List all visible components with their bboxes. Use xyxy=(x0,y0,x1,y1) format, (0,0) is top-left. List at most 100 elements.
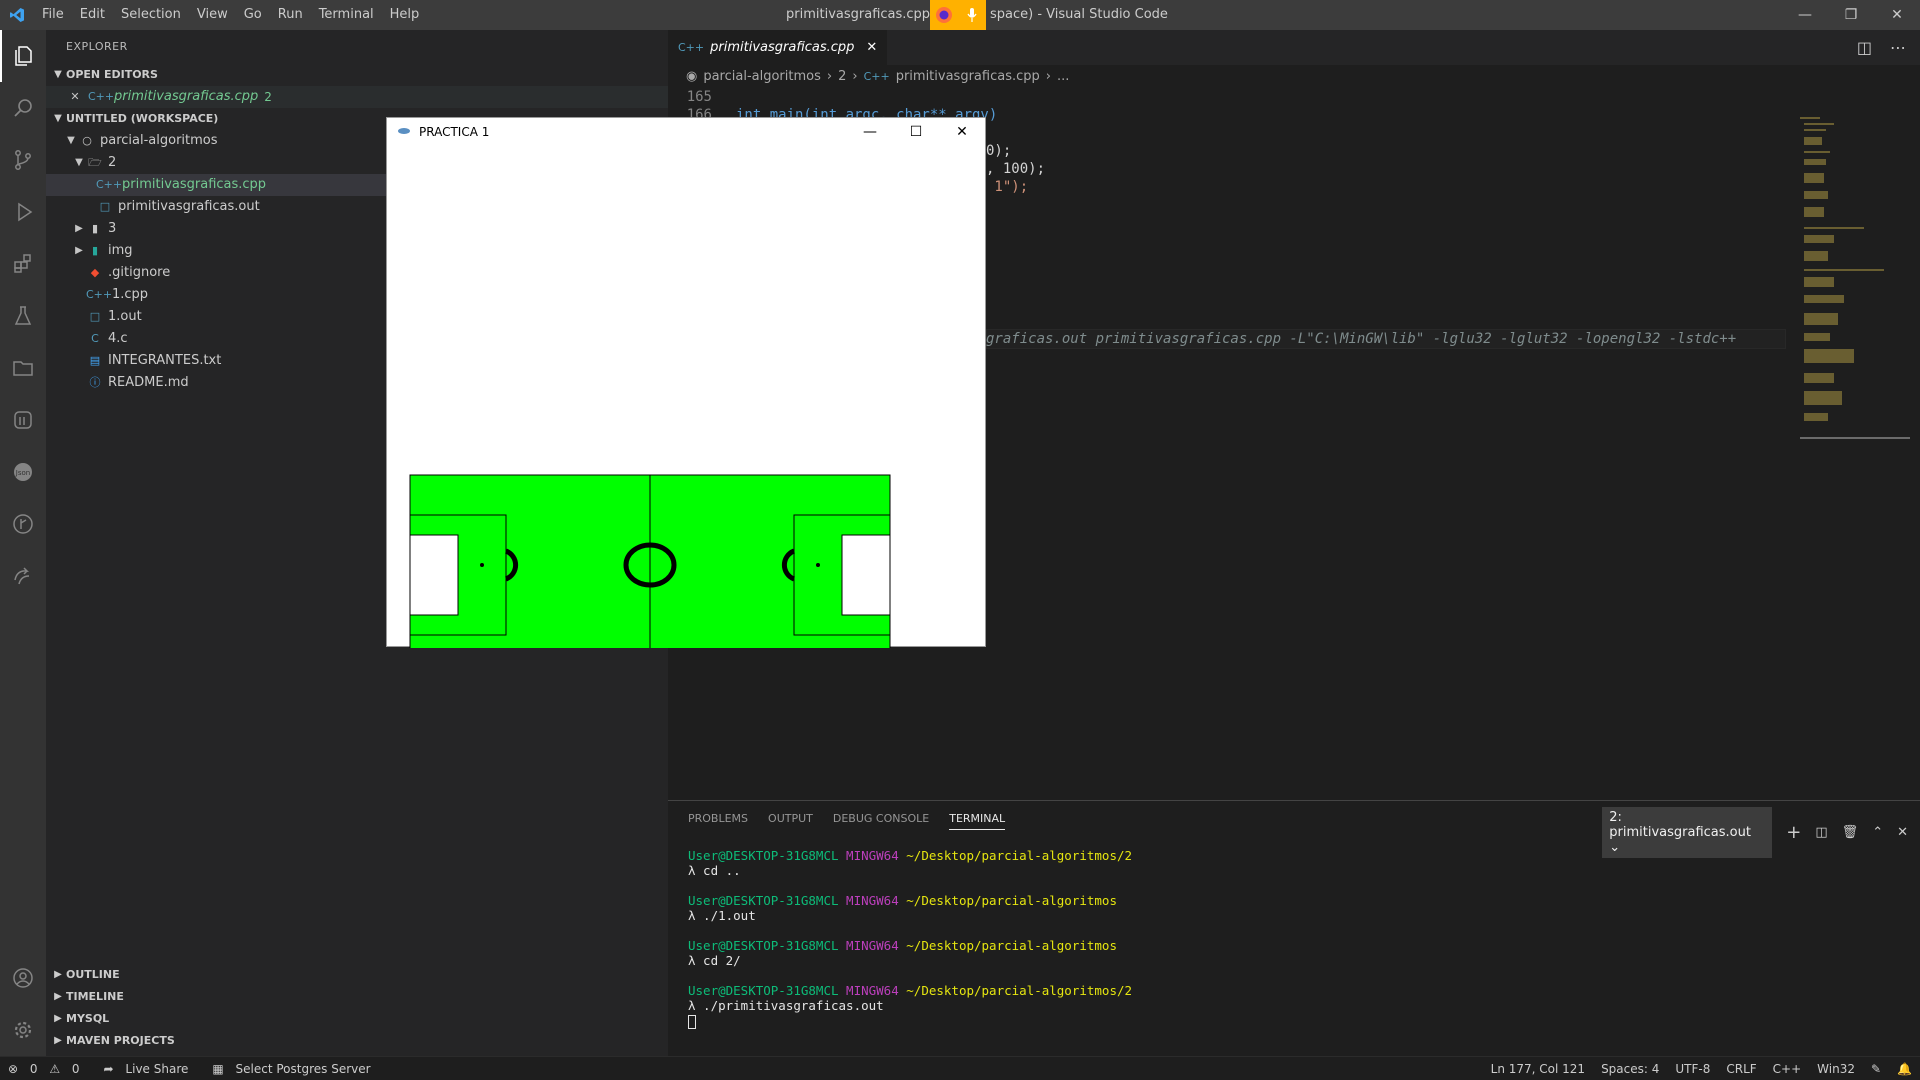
close-icon[interactable]: ✕ xyxy=(66,86,84,108)
maven-section[interactable]: ▶ MAVEN PROJECTS xyxy=(46,1030,668,1052)
testing-icon[interactable] xyxy=(0,290,46,342)
run-debug-icon[interactable] xyxy=(0,186,46,238)
live-share-icon[interactable] xyxy=(0,550,46,602)
language-mode[interactable]: C++ xyxy=(1765,1062,1810,1076)
chevron-down-icon: ▼ xyxy=(54,113,62,124)
trash-icon[interactable]: 🗑 xyxy=(1842,825,1859,840)
tab-debug-console[interactable]: DEBUG CONSOLE xyxy=(833,812,929,825)
window-controls: — ❐ ✕ xyxy=(1782,0,1920,30)
restore-icon[interactable]: ❐ xyxy=(1828,0,1874,30)
breadcrumb-item[interactable]: 2 xyxy=(838,69,846,84)
terminal-output[interactable]: User@DESKTOP-31G8MCL MINGW64 ~/Desktop/p… xyxy=(668,836,1920,1041)
search-icon[interactable] xyxy=(0,82,46,134)
repo-icon: ◉ xyxy=(686,68,698,84)
menu-view[interactable]: View xyxy=(189,0,236,30)
folder-open-icon: 🗁 xyxy=(88,156,102,169)
prompt-path: ~/Desktop/parcial-algoritmos xyxy=(906,938,1117,953)
database-elephant-icon[interactable] xyxy=(0,394,46,446)
error-count: 0 xyxy=(29,1061,38,1076)
platform[interactable]: Win32 xyxy=(1809,1062,1863,1076)
menu-selection[interactable]: Selection xyxy=(113,0,189,30)
prompt-path: ~/Desktop/parcial-algoritmos/2 xyxy=(906,983,1133,998)
project-manager-icon[interactable] xyxy=(0,342,46,394)
bell-icon[interactable]: 🔔 xyxy=(1889,1062,1920,1076)
prompt-path: ~/Desktop/parcial-algoritmos xyxy=(906,893,1117,908)
menu-go[interactable]: Go xyxy=(236,0,270,30)
breadcrumb-item[interactable]: parcial-algoritmos xyxy=(703,69,821,84)
c-file-icon: C xyxy=(91,332,99,345)
microphone-icon[interactable] xyxy=(958,0,986,30)
close-panel-icon[interactable]: ✕ xyxy=(1897,825,1908,840)
menu-edit[interactable]: Edit xyxy=(72,0,113,30)
add-terminal-icon[interactable]: + xyxy=(1786,822,1801,843)
breadcrumb-item[interactable]: primitivasgraficas.cpp xyxy=(896,69,1040,84)
tree-label: 1.out xyxy=(108,309,142,324)
feedback-icon[interactable]: ✎ xyxy=(1863,1062,1889,1076)
source-control-icon[interactable] xyxy=(0,134,46,186)
problems-status[interactable]: ⊗ 0 ⚠ 0 xyxy=(0,1062,96,1076)
live-share-label: Live Share xyxy=(125,1061,189,1076)
minimap[interactable] xyxy=(1800,117,1910,477)
timeline-section[interactable]: ▶ TIMELINE xyxy=(46,986,668,1008)
gear-icon[interactable] xyxy=(0,1004,46,1056)
mysql-section[interactable]: ▶ MYSQL xyxy=(46,1008,668,1030)
line-ending[interactable]: CRLF xyxy=(1718,1062,1764,1076)
terminal-prompt: User@DESKTOP-31G8MCL MINGW64 ~/Desktop/p… xyxy=(688,983,1900,998)
tree-label: parcial-algoritmos xyxy=(100,133,218,148)
prompt-system: MINGW64 xyxy=(846,893,899,908)
open-editor-item[interactable]: ✕ C++ primitivasgraficas.cpp 2 xyxy=(46,86,668,108)
prompt-path: ~/Desktop/parcial-algoritmos/2 xyxy=(906,848,1133,863)
more-actions-icon[interactable]: ⋯ xyxy=(1890,38,1906,57)
chevron-right-icon: › xyxy=(852,68,858,84)
close-icon[interactable]: ✕ xyxy=(1874,0,1920,30)
terminal-command: λ cd 2/ xyxy=(688,953,741,968)
tree-label: 3 xyxy=(108,221,117,236)
terminal-select[interactable]: 2: primitivasgraficas.out ⌄ xyxy=(1602,807,1773,858)
section-label: OUTLINE xyxy=(66,968,120,981)
tab-problems[interactable]: PROBLEMS xyxy=(688,812,748,825)
tree-label: img xyxy=(108,243,133,258)
split-terminal-icon[interactable]: ◫ xyxy=(1815,825,1827,840)
live-share-status[interactable]: ➦ Live Share xyxy=(96,1062,205,1076)
maximize-panel-icon[interactable]: ⌃ xyxy=(1872,825,1883,840)
menu-terminal[interactable]: Terminal xyxy=(311,0,382,30)
cpp-file-icon: C++ xyxy=(96,178,123,191)
split-editor-icon[interactable]: ◫ xyxy=(1857,38,1872,57)
tab-output[interactable]: OUTPUT xyxy=(768,812,813,825)
tree-label: primitivasgraficas.cpp xyxy=(122,177,267,192)
chevron-down-icon: ⌄ xyxy=(1609,840,1621,855)
minimize-icon[interactable]: — xyxy=(847,118,893,146)
extensions-icon[interactable] xyxy=(0,238,46,290)
glut-window-controls: — ☐ ✕ xyxy=(847,118,985,146)
cpp-file-icon: C++ xyxy=(88,90,115,103)
git-graph-icon[interactable] xyxy=(0,498,46,550)
firefox-icon[interactable] xyxy=(930,0,958,30)
close-icon[interactable]: ✕ xyxy=(866,40,877,55)
menu-help[interactable]: Help xyxy=(382,0,428,30)
accounts-icon[interactable] xyxy=(0,952,46,1004)
explorer-icon[interactable] xyxy=(0,30,46,82)
json-icon[interactable]: Json xyxy=(0,446,46,498)
open-editors-section[interactable]: ▼ OPEN EDITORS xyxy=(46,64,668,86)
cursor-position[interactable]: Ln 177, Col 121 xyxy=(1483,1062,1593,1076)
menu-run[interactable]: Run xyxy=(270,0,311,30)
close-icon[interactable]: ✕ xyxy=(939,118,985,146)
breadcrumb-item[interactable]: ... xyxy=(1057,69,1069,84)
terminal-prompt: User@DESKTOP-31G8MCL MINGW64 ~/Desktop/p… xyxy=(688,893,1900,908)
activity-bar: Json xyxy=(0,30,46,1056)
editor-tab[interactable]: C++ primitivasgraficas.cpp ✕ xyxy=(668,30,888,65)
maximize-icon[interactable]: ☐ xyxy=(893,118,939,146)
open-editor-filename: primitivasgraficas.cpp xyxy=(114,89,259,104)
chevron-down-icon: ▼ xyxy=(54,69,62,80)
encoding[interactable]: UTF-8 xyxy=(1667,1062,1718,1076)
indentation[interactable]: Spaces: 4 xyxy=(1593,1062,1667,1076)
status-bar: ⊗ 0 ⚠ 0 ➦ Live Share ▦ Select Postgres S… xyxy=(0,1056,1920,1080)
menu-file[interactable]: File xyxy=(34,0,72,30)
outline-section[interactable]: ▶ OUTLINE xyxy=(46,964,668,986)
prompt-user: User@DESKTOP-31G8MCL xyxy=(688,893,839,908)
postgres-status[interactable]: ▦ Select Postgres Server xyxy=(204,1062,386,1076)
minimize-icon[interactable]: — xyxy=(1782,0,1828,30)
tab-terminal[interactable]: TERMINAL xyxy=(949,812,1006,830)
glut-title: PRACTICA 1 xyxy=(419,125,490,139)
prompt-system: MINGW64 xyxy=(846,938,899,953)
